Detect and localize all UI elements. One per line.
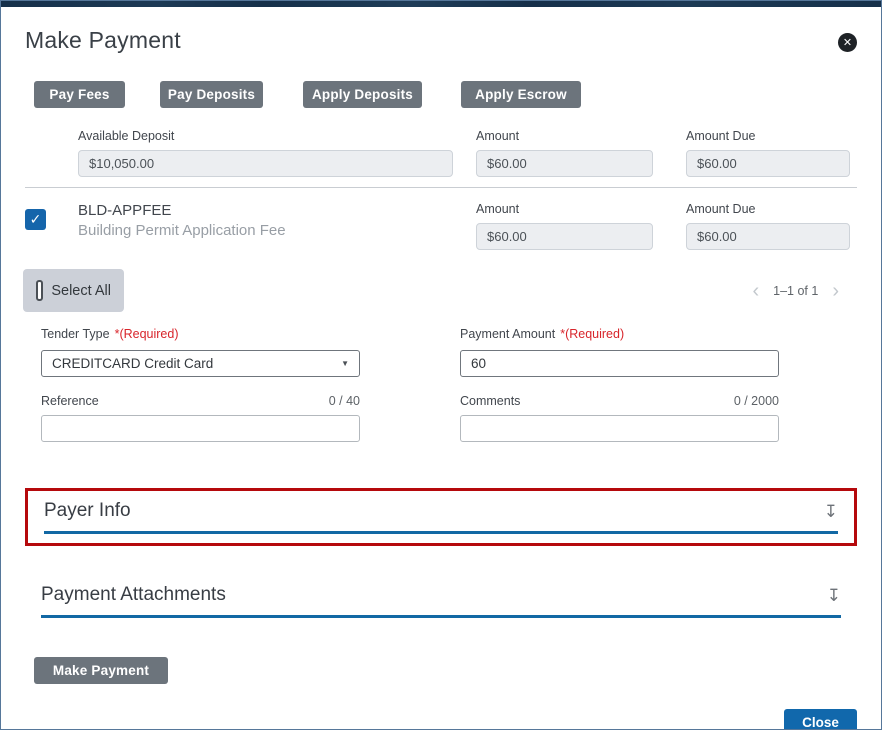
pay-fees-button[interactable]: Pay Fees bbox=[34, 81, 125, 108]
payment-amount-input[interactable] bbox=[460, 350, 779, 377]
select-all-toggle[interactable]: Select All bbox=[23, 269, 124, 312]
available-deposit-label: Available Deposit bbox=[78, 129, 453, 143]
payer-info-title: Payer Info bbox=[44, 500, 131, 522]
fee-list-row: ✓ BLD-APPFEE Building Permit Application… bbox=[25, 202, 857, 250]
make-payment-modal: Make Payment ✕ Pay Fees Pay Deposits App… bbox=[0, 0, 882, 730]
modal-body: Make Payment ✕ Pay Fees Pay Deposits App… bbox=[1, 27, 881, 730]
modal-title-row: Make Payment ✕ bbox=[25, 27, 857, 54]
payment-attachments-underline bbox=[41, 615, 841, 618]
reference-label: Reference bbox=[41, 394, 99, 408]
reference-counter: 0 / 40 bbox=[329, 394, 360, 408]
checkmark-icon: ✓ bbox=[30, 211, 42, 228]
select-all-label: Select All bbox=[51, 283, 111, 299]
payment-actions-row: Pay Fees Pay Deposits Apply Deposits App… bbox=[25, 81, 857, 108]
fee-checkbox[interactable]: ✓ bbox=[25, 209, 46, 230]
payment-amount-label: Payment Amount bbox=[460, 327, 555, 341]
close-button[interactable]: Close bbox=[784, 709, 857, 730]
payer-info-underline bbox=[44, 531, 838, 534]
list-controls-row: Select All ‹ 1–1 of 1 › bbox=[23, 269, 857, 312]
pagination: ‹ 1–1 of 1 › bbox=[748, 281, 843, 301]
reference-row: Reference 0 / 40 Comments 0 / 2000 bbox=[25, 394, 857, 442]
payment-amount-required: *(Required) bbox=[560, 327, 624, 341]
payment-attachments-title: Payment Attachments bbox=[41, 584, 226, 606]
fee-description: Building Permit Application Fee bbox=[78, 222, 453, 239]
comments-input[interactable] bbox=[460, 415, 779, 442]
reference-input[interactable] bbox=[41, 415, 360, 442]
fee-amount-due-label: Amount Due bbox=[686, 202, 850, 216]
background-page-header bbox=[1, 1, 881, 7]
payment-attachments-section: Payment Attachments ↧ bbox=[25, 575, 857, 627]
deposit-amount-due-field[interactable] bbox=[686, 150, 850, 177]
page-title: Make Payment bbox=[25, 27, 181, 54]
payer-info-section-highlight: Payer Info ↧ bbox=[25, 488, 857, 546]
fee-amount-label: Amount bbox=[476, 202, 653, 216]
prev-page-icon[interactable]: ‹ bbox=[748, 281, 763, 301]
deposit-amount-due-label: Amount Due bbox=[686, 129, 850, 143]
page-range-text: 1–1 of 1 bbox=[773, 284, 818, 298]
comments-label: Comments bbox=[460, 394, 520, 408]
deposit-amount-field[interactable] bbox=[476, 150, 653, 177]
pay-deposits-button[interactable]: Pay Deposits bbox=[160, 81, 263, 108]
tender-type-select[interactable]: CREDITCARD Credit Card ▼ bbox=[41, 350, 360, 377]
fee-amount-due-field[interactable] bbox=[686, 223, 850, 250]
fee-code: BLD-APPFEE bbox=[78, 202, 453, 219]
close-x-glyph: ✕ bbox=[843, 36, 852, 49]
fee-amount-field[interactable] bbox=[476, 223, 653, 250]
tender-type-required: *(Required) bbox=[115, 327, 179, 341]
deposit-amount-label: Amount bbox=[476, 129, 653, 143]
next-page-icon[interactable]: › bbox=[828, 281, 843, 301]
section-divider bbox=[25, 187, 857, 188]
apply-deposits-button[interactable]: Apply Deposits bbox=[303, 81, 422, 108]
payment-attachments-header[interactable]: Payment Attachments ↧ bbox=[41, 584, 841, 606]
tender-type-value: CREDITCARD Credit Card bbox=[52, 356, 213, 371]
tender-type-label: Tender Type bbox=[41, 327, 110, 341]
apply-escrow-button[interactable]: Apply Escrow bbox=[461, 81, 581, 108]
comments-counter: 0 / 2000 bbox=[734, 394, 779, 408]
make-payment-button[interactable]: Make Payment bbox=[34, 657, 168, 684]
deposit-summary-section: Available Deposit Amount Amount Due bbox=[25, 129, 857, 188]
close-icon[interactable]: ✕ bbox=[838, 33, 857, 52]
expand-section-icon[interactable]: ↧ bbox=[827, 587, 841, 604]
available-deposit-field[interactable] bbox=[78, 150, 453, 177]
modal-footer: Close bbox=[25, 709, 857, 730]
select-all-checkbox[interactable] bbox=[36, 280, 43, 301]
expand-section-icon[interactable]: ↧ bbox=[824, 503, 838, 520]
tender-row: Tender Type *(Required) CREDITCARD Credit… bbox=[25, 325, 857, 377]
payer-info-header[interactable]: Payer Info ↧ bbox=[44, 500, 838, 522]
chevron-down-icon: ▼ bbox=[341, 359, 349, 368]
